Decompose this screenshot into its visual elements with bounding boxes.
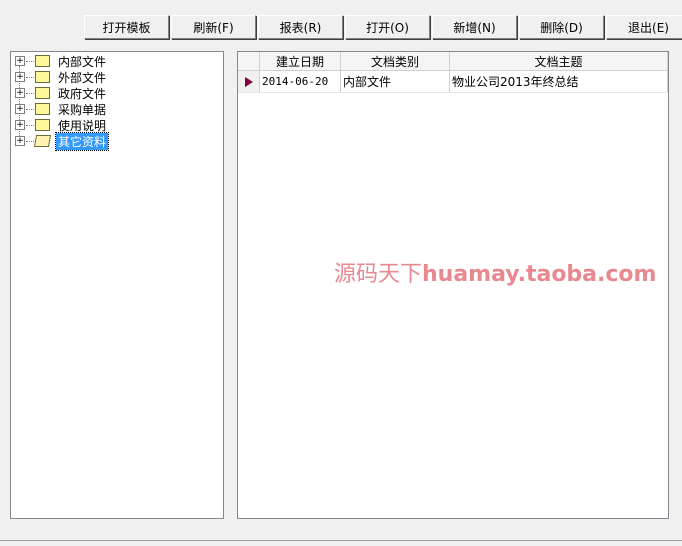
watermark-url: huamay.taoba.com [422,262,657,287]
grid-header: 建立日期 文档类别 文档主题 [238,52,668,71]
expand-icon[interactable]: + [15,56,25,66]
tree-node-purchase[interactable]: + 采购单据 [15,101,108,117]
cell-subject[interactable]: 物业公司2013年终总结 [450,71,668,92]
tree-node-label: 使用说明 [58,118,107,133]
column-header-subject[interactable]: 文档主题 [450,52,668,70]
expand-icon[interactable]: + [15,120,25,130]
expand-icon[interactable]: + [15,136,25,146]
refresh-button[interactable]: 刷新(F) [171,15,256,39]
column-header-category[interactable]: 文档类别 [341,52,450,70]
report-button[interactable]: 报表(R) [258,15,343,39]
row-indicator [238,71,260,92]
status-divider [0,540,682,541]
open-button[interactable]: 打开(O) [345,15,430,39]
current-row-arrow-icon [244,76,253,87]
folder-icon [35,71,50,83]
expand-icon[interactable]: + [15,88,25,98]
folder-tree[interactable]: + 内部文件 + 外部文件 + 政府文件 + 采购单据 + 使用说明 + 其它资料 [10,51,224,519]
folder-icon [35,55,50,67]
tree-node-internal[interactable]: + 内部文件 [15,53,108,69]
indicator-header [238,52,260,70]
expand-icon[interactable]: + [15,104,25,114]
add-button[interactable]: 新增(N) [432,15,517,39]
folder-icon [35,103,50,115]
tree-node-other[interactable]: + 其它资料 [15,131,110,151]
column-header-date[interactable]: 建立日期 [260,52,341,70]
exit-button[interactable]: 退出(E) [606,15,682,39]
table-row[interactable]: 2014-06-20 内部文件 物业公司2013年终总结 [238,71,668,93]
cell-category[interactable]: 内部文件 [341,71,450,92]
cell-date[interactable]: 2014-06-20 [260,71,341,92]
folder-icon [35,119,50,131]
watermark: 源码天下huamay.taoba.com [334,256,656,288]
folder-icon [35,87,50,99]
tree-node-external[interactable]: + 外部文件 [15,69,108,85]
tree-node-label: 内部文件 [58,54,107,69]
tree-node-label: 采购单据 [58,102,107,117]
expand-icon[interactable]: + [15,72,25,82]
toolbar: 打开模板 刷新(F) 报表(R) 打开(O) 新增(N) 删除(D) 退出(E) [84,15,682,39]
tree-node-label: 政府文件 [58,86,107,101]
tree-node-government[interactable]: + 政府文件 [15,85,108,101]
watermark-cn: 源码天下 [334,262,423,287]
tree-node-manual[interactable]: + 使用说明 [15,117,108,133]
delete-button[interactable]: 删除(D) [519,15,604,39]
open-template-button[interactable]: 打开模板 [84,15,169,39]
tree-node-label: 其它资料 [54,131,110,151]
folder-open-icon [33,135,52,147]
tree-node-label: 外部文件 [58,70,107,85]
